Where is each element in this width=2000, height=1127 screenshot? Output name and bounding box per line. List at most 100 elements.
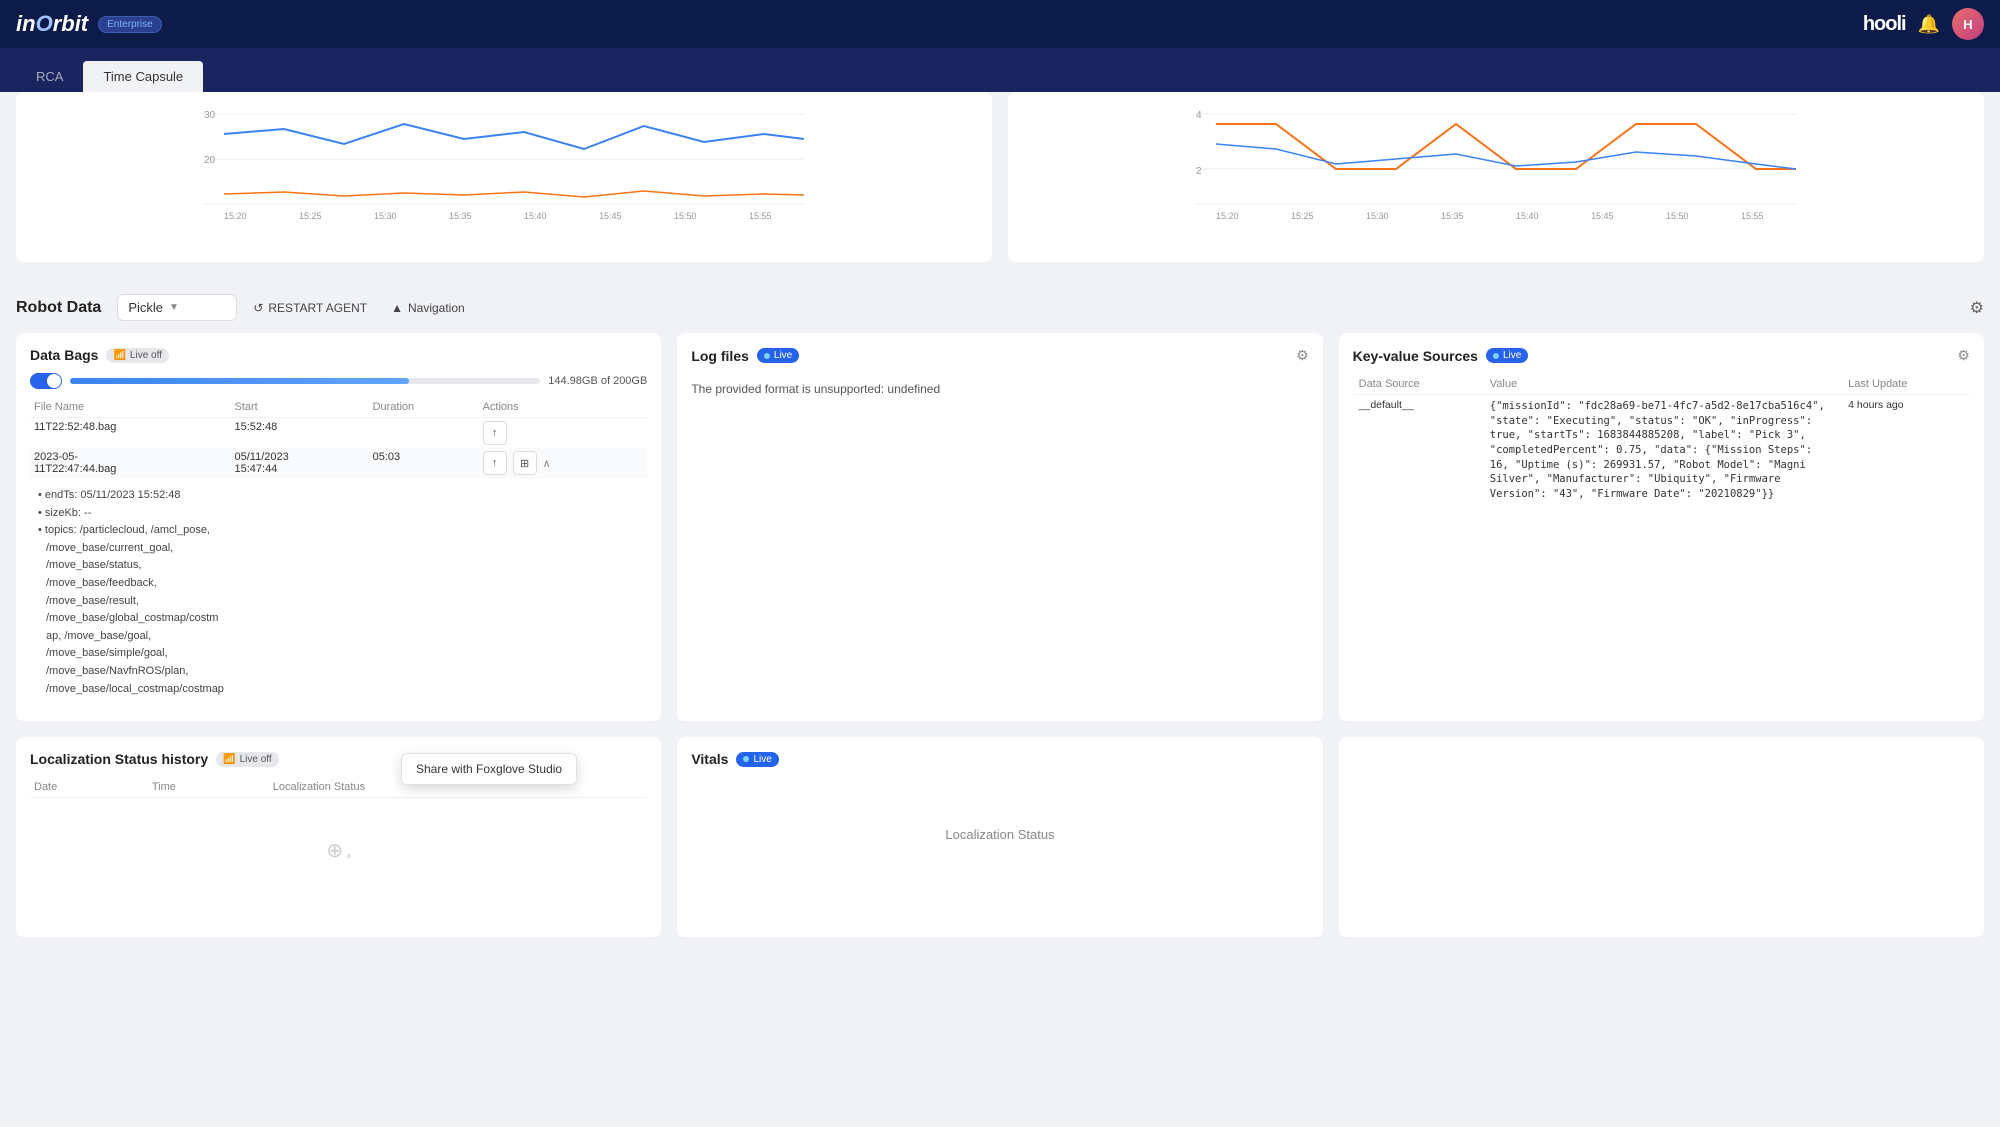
log-gear-icon[interactable]: ⚙ — [1296, 347, 1309, 364]
svg-text:15:45: 15:45 — [599, 211, 622, 221]
kv-table: Data Source Value Last Update __default_… — [1353, 374, 1970, 506]
live-toggle[interactable] — [30, 373, 62, 389]
toggle-knob — [47, 374, 61, 388]
svg-text:15:25: 15:25 — [299, 211, 322, 221]
svg-text:2: 2 — [1196, 166, 1202, 177]
kv-value-cell: {"missionId": "fdc28a69-be71-4fc7-a5d2-8… — [1484, 395, 1842, 506]
log-files-card: Log files Live ⚙ The provided format is … — [677, 333, 1322, 721]
main-content: 30 20 15:20 15:25 15:30 15:35 15:40 15:4… — [0, 92, 2000, 953]
svg-text:15:55: 15:55 — [749, 211, 772, 221]
topics-list: /move_base/current_goal, /move_base/stat… — [46, 540, 639, 698]
progress-bar — [70, 378, 540, 384]
kv-table-row: __default__ {"missionId": "fdc28a69-be71… — [1353, 395, 1970, 506]
vitals-live-badge: Live — [736, 752, 778, 767]
loc-col-date: Date — [30, 777, 148, 798]
data-grid: Data Bags 📶 Live off 144.98GB of 200GB — [0, 333, 2000, 737]
kv-scroll-area[interactable]: Data Source Value Last Update __default_… — [1353, 374, 1970, 506]
svg-text:15:35: 15:35 — [449, 211, 472, 221]
logo: inOrbit — [16, 11, 88, 37]
kv-col-source: Data Source — [1353, 374, 1484, 395]
kv-source-cell: __default__ — [1353, 395, 1484, 506]
avatar[interactable]: H — [1952, 8, 1984, 40]
table-row: 2023-05-11T22:47:44.bag 05/11/202315:47:… — [30, 448, 647, 478]
loc-live-off-badge: 📶 Live off — [216, 752, 279, 767]
restart-agent-button[interactable]: ↺ RESTART AGENT — [245, 297, 375, 319]
data-bags-title: Data Bags 📶 Live off — [30, 347, 169, 363]
toolbar: Pickle ▼ ↺ RESTART AGENT ▲ Navigation — [117, 294, 472, 321]
hooli-logo: hooli — [1863, 13, 1906, 36]
bell-icon[interactable]: 🔔 — [1918, 14, 1940, 35]
top-nav: inOrbit Enterprise hooli 🔔 H — [0, 0, 2000, 48]
toggle-row: 144.98GB of 200GB — [30, 373, 647, 389]
svg-text:20: 20 — [204, 155, 216, 166]
vitals-card: Vitals Live Localization Status — [677, 737, 1322, 937]
left-chart-svg: 30 20 15:20 15:25 15:30 15:35 15:40 15:4… — [28, 104, 980, 224]
empty-card — [1339, 737, 1984, 937]
kv-live-dot-icon — [1493, 353, 1499, 359]
log-files-header: Log files Live ⚙ — [691, 347, 1308, 364]
size-kb: • sizeKb: -- — [38, 505, 91, 523]
kv-col-value: Value — [1484, 374, 1842, 395]
kv-gear-icon[interactable]: ⚙ — [1957, 347, 1970, 364]
file-actions: ↑ ⊞ ∧ — [479, 448, 648, 478]
wifi-off-icon: 📶 — [113, 350, 125, 361]
progress-text: 144.98GB of 200GB — [548, 375, 647, 387]
robot-data-title: Robot Data — [16, 299, 101, 317]
enterprise-badge: Enterprise — [98, 16, 162, 33]
svg-text:15:55: 15:55 — [1741, 211, 1764, 221]
navigation-button[interactable]: ▲ Navigation — [383, 297, 473, 319]
svg-text:15:35: 15:35 — [1441, 211, 1464, 221]
col-actions: Actions — [479, 397, 648, 418]
log-files-title: Log files Live — [691, 348, 799, 364]
col-duration: Duration — [369, 397, 479, 418]
vitals-title: Vitals Live — [691, 751, 778, 767]
file-name: 2023-05-11T22:47:44.bag — [30, 448, 230, 478]
key-value-card: Key-value Sources Live ⚙ Data Source Val… — [1339, 333, 1984, 721]
svg-text:15:20: 15:20 — [224, 211, 247, 221]
kv-update-cell: 4 hours ago — [1842, 395, 1970, 506]
live-dot-icon — [764, 353, 770, 359]
chevron-down-icon: ▼ — [169, 302, 179, 313]
left-chart-card: 30 20 15:20 15:25 15:30 15:35 15:40 15:4… — [16, 92, 992, 262]
tab-time-capsule[interactable]: Time Capsule — [83, 61, 203, 92]
upload-icon[interactable]: ↑ — [483, 421, 507, 445]
svg-text:15:30: 15:30 — [374, 211, 397, 221]
file-duration: 05:03 — [369, 448, 479, 478]
vitals-live-dot-icon — [743, 756, 749, 762]
kv-col-update: Last Update — [1842, 374, 1970, 395]
live-off-badge: 📶 Live off — [106, 348, 169, 363]
nav-right: hooli 🔔 H — [1863, 8, 1984, 40]
loc-wifi-off-icon: 📶 — [223, 754, 235, 765]
robot-dropdown[interactable]: Pickle ▼ — [117, 294, 237, 321]
loc-col-time: Time — [148, 777, 269, 798]
svg-text:15:40: 15:40 — [1516, 211, 1539, 221]
progress-fill — [70, 378, 409, 384]
data-bags-header: Data Bags 📶 Live off — [30, 347, 647, 363]
vitals-chart-label: Localization Status — [691, 827, 1308, 842]
right-chart-svg: 4 2 15:20 15:25 15:30 15:35 15:40 15:45 … — [1020, 104, 1972, 224]
col-filename: File Name — [30, 397, 230, 418]
svg-text:15:30: 15:30 — [1366, 211, 1389, 221]
svg-text:15:45: 15:45 — [1591, 211, 1614, 221]
topics: • topics: /particlecloud, /amcl_pose, — [38, 522, 210, 540]
svg-text:15:25: 15:25 — [1291, 211, 1314, 221]
crosshair-icon: ⊕ — [326, 838, 343, 863]
section-gear-icon[interactable]: ⚙ — [1970, 298, 1984, 318]
svg-text:15:50: 15:50 — [674, 211, 697, 221]
share-foxglove-icon[interactable]: ⊞ — [513, 451, 537, 475]
upload-action-icon[interactable]: ↑ — [483, 451, 507, 475]
tab-bar: RCA Time Capsule — [0, 48, 2000, 92]
file-table: File Name Start Duration Actions 11T22:5… — [30, 397, 647, 707]
expanded-details-row: • endTs: 05/11/2023 15:52:48 • sizeKb: -… — [30, 478, 647, 707]
collapse-icon[interactable]: ∧ — [543, 457, 551, 470]
crosshair-label: ₈ — [347, 849, 351, 860]
svg-text:30: 30 — [204, 110, 216, 121]
svg-text:15:40: 15:40 — [524, 211, 547, 221]
end-ts: • endTs: 05/11/2023 15:52:48 — [38, 487, 180, 505]
vitals-header: Vitals Live — [691, 751, 1308, 767]
kv-live-badge: Live — [1486, 348, 1528, 363]
data-bags-card: Data Bags 📶 Live off 144.98GB of 200GB — [16, 333, 661, 721]
tab-rca[interactable]: RCA — [16, 61, 83, 92]
file-duration — [369, 418, 479, 449]
expanded-details: • endTs: 05/11/2023 15:52:48 • sizeKb: -… — [34, 481, 643, 704]
